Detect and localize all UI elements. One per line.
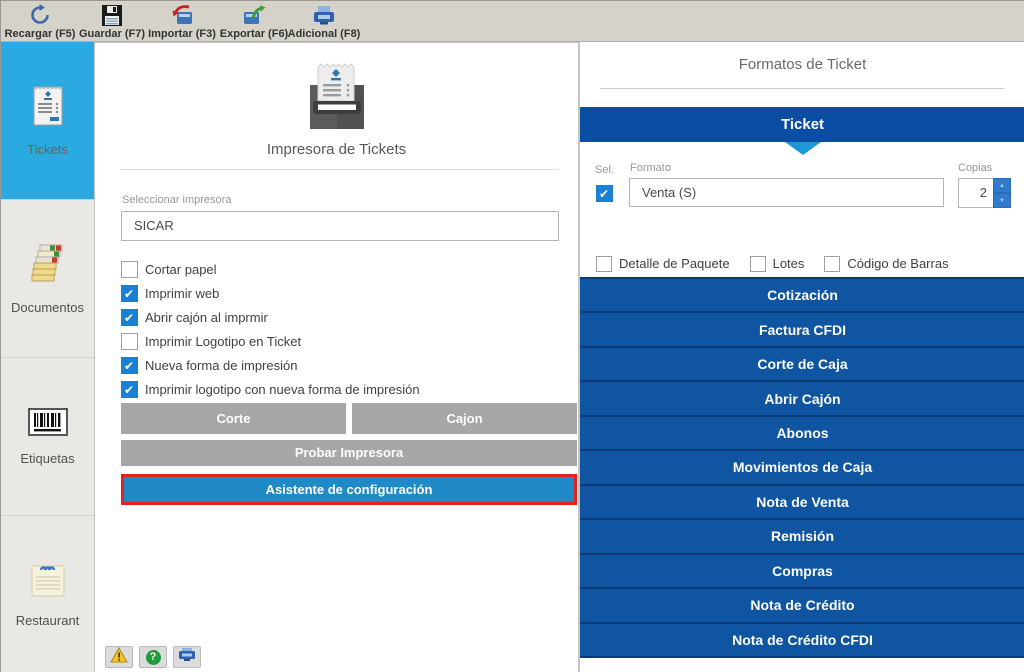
format-button[interactable]: Corte de Caja	[580, 346, 1024, 380]
format-button[interactable]: Remisión	[580, 518, 1024, 552]
warning-button[interactable]	[105, 646, 133, 668]
sidebar-item-restaurant[interactable]: Restaurant	[1, 516, 94, 672]
format-button[interactable]: Compras	[580, 553, 1024, 587]
ticket-printer-panel: Impresora de Tickets Seleccionar impreso…	[94, 42, 579, 672]
printer-option-row: Imprimir logotipo con nueva forma de imp…	[121, 381, 420, 398]
copias-label: Copias	[958, 162, 992, 174]
ticket-section-header[interactable]: Ticket	[580, 107, 1024, 142]
format-buttons-list: Cotización Factura CFDI Corte de Caja Ab…	[580, 277, 1024, 658]
format-option-row: Código de Barras	[824, 255, 948, 272]
asistente-configuracion-button[interactable]: Asistente de configuración	[121, 474, 577, 505]
checkbox-label: Lotes	[773, 256, 805, 271]
toolbar-export-button[interactable]: Exportar (F6)	[217, 3, 291, 41]
formato-label: Formato	[630, 162, 671, 174]
toolbar-additional-button[interactable]: Adicional (F8)	[287, 3, 361, 41]
checkbox-label: Imprimir web	[145, 286, 219, 301]
format-option-row: Detalle de Paquete	[596, 255, 730, 272]
sel-checkbox[interactable]	[596, 185, 613, 202]
format-button[interactable]: Abrir Cajón	[580, 380, 1024, 414]
checkbox[interactable]	[121, 261, 138, 278]
toolbar-import-button[interactable]: Importar (F3)	[145, 3, 219, 41]
barcode-icon	[28, 408, 68, 441]
chevron-down-icon	[785, 142, 821, 155]
ticket-printer-icon	[95, 59, 578, 135]
copias-spinner: 2 ▲ ▼	[958, 178, 1011, 208]
menu-pad-icon	[28, 562, 68, 603]
panel-title: Impresora de Tickets	[95, 141, 578, 158]
help-icon: ?	[146, 650, 161, 665]
format-option-row: Lotes	[750, 255, 805, 272]
format-button[interactable]: Nota de Crédito	[580, 587, 1024, 621]
spinner-up-button[interactable]: ▲	[994, 179, 1010, 192]
toolbar: Recargar (F5) Guardar (F7) Import	[1, 1, 1024, 42]
ticket-icon	[32, 85, 64, 132]
export-icon	[241, 3, 267, 27]
documents-icon	[26, 243, 70, 290]
printer-select-label: Seleccionar impresora	[122, 194, 231, 206]
checkbox-label: Abrir cajón al imprmir	[145, 310, 268, 325]
print-icon	[178, 647, 196, 667]
additional-icon	[311, 3, 337, 27]
checkbox[interactable]	[824, 256, 840, 272]
format-button[interactable]: Factura CFDI	[580, 311, 1024, 345]
checkbox[interactable]	[121, 285, 138, 302]
checkbox[interactable]	[750, 256, 766, 272]
toolbar-reload-button[interactable]: Recargar (F5)	[3, 3, 77, 41]
sidebar-item-documentos[interactable]: Documentos	[1, 200, 94, 358]
checkbox-label: Imprimir logotipo con nueva forma de imp…	[145, 382, 420, 397]
checkbox-label: Detalle de Paquete	[619, 256, 730, 271]
checkbox[interactable]	[596, 256, 612, 272]
printer-option-row: Abrir cajón al imprmir	[121, 309, 420, 326]
sidebar-item-etiquetas[interactable]: Etiquetas	[1, 358, 94, 516]
sidebar-item-tickets[interactable]: Tickets	[1, 42, 94, 200]
printer-buttons: Corte Cajon Probar Impresora Asistente d…	[121, 403, 577, 505]
format-button[interactable]: Abonos	[580, 415, 1024, 449]
formats-title: Formatos de Ticket	[580, 56, 1024, 73]
printer-option-row: Imprimir Logotipo en Ticket	[121, 333, 420, 350]
checkbox[interactable]	[121, 357, 138, 374]
help-button[interactable]: ?	[139, 646, 167, 668]
checkbox-label: Cortar papel	[145, 262, 217, 277]
ticket-formats-panel: Formatos de Ticket Ticket Sel. Formato V…	[579, 42, 1024, 672]
printer-option-row: Cortar papel	[121, 261, 420, 278]
checkbox-label: Nueva forma de impresión	[145, 358, 297, 373]
spinner-down-button[interactable]: ▼	[994, 194, 1010, 207]
printer-option-row: Nueva forma de impresión	[121, 357, 420, 374]
import-icon	[169, 3, 195, 27]
warning-icon	[110, 647, 128, 668]
checkbox[interactable]	[121, 381, 138, 398]
printer-options: Cortar papel Imprimir web Abrir cajón al…	[121, 261, 420, 405]
toolbar-save-button[interactable]: Guardar (F7)	[75, 3, 149, 41]
divider	[121, 169, 558, 170]
format-button[interactable]: Cotización	[580, 277, 1024, 311]
footer-icons: ?	[105, 646, 201, 668]
printer-select[interactable]: SICAR	[121, 211, 559, 241]
checkbox-label: Código de Barras	[847, 256, 948, 271]
format-button[interactable]: Nota de Crédito CFDI	[580, 622, 1024, 658]
printer-option-row: Imprimir web	[121, 285, 420, 302]
corte-button[interactable]: Corte	[121, 403, 346, 434]
sel-label: Sel.	[595, 164, 614, 176]
checkbox-label: Imprimir Logotipo en Ticket	[145, 334, 301, 349]
reload-icon	[29, 3, 51, 27]
copias-value[interactable]: 2	[958, 178, 993, 208]
format-button[interactable]: Movimientos de Caja	[580, 449, 1024, 483]
checkbox[interactable]	[121, 309, 138, 326]
divider	[600, 88, 1005, 89]
sidebar: Tickets Documentos	[1, 42, 94, 672]
formato-field[interactable]: Venta (S)	[629, 178, 944, 207]
format-button[interactable]: Nota de Venta	[580, 484, 1024, 518]
print-button[interactable]	[173, 646, 201, 668]
checkbox[interactable]	[121, 333, 138, 350]
probar-impresora-button[interactable]: Probar Impresora	[121, 440, 577, 466]
save-icon	[102, 3, 122, 27]
cajon-button[interactable]: Cajon	[352, 403, 577, 434]
